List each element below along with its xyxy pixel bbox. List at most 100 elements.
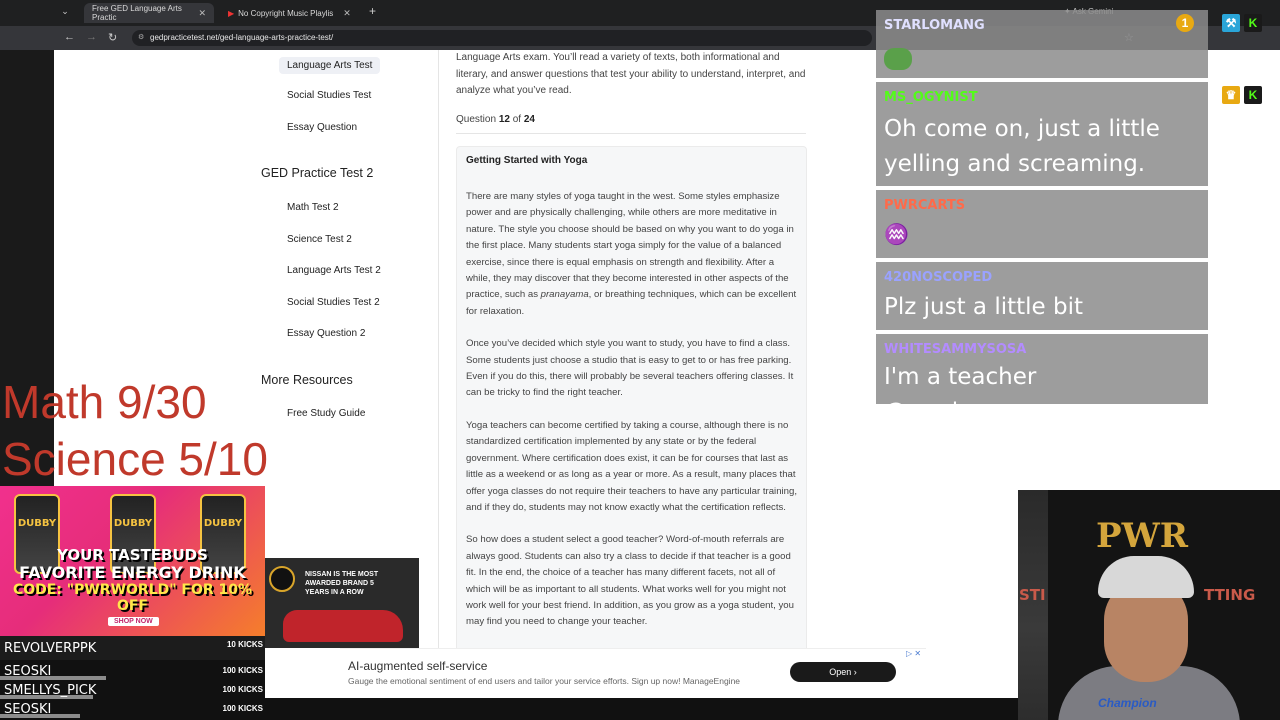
energy-drink-promo: DUBBY DUBBY DUBBY YOUR TASTEBUDS FAVORIT… bbox=[0, 486, 265, 636]
chat-message: WHITESAMMYSOSA I'm a teacher @madame_may bbox=[876, 334, 1208, 425]
question-number: 12 bbox=[498, 114, 510, 125]
can-label: DUBBY bbox=[17, 518, 57, 529]
sidebar-heading-resources: More Resources bbox=[261, 373, 353, 387]
can-label: DUBBY bbox=[113, 518, 153, 529]
question-prefix: Question bbox=[456, 114, 497, 125]
banner-text: TTING bbox=[1204, 586, 1256, 604]
science-score: Science 5/10 bbox=[2, 433, 268, 485]
leaderboard-name: SEOSKI bbox=[4, 664, 52, 679]
question-counter: Question 12 of 24 bbox=[456, 114, 535, 125]
chat-username: MS_OGYNIST bbox=[884, 90, 978, 105]
leaderboard-row: SEOSKI 100 KICKS bbox=[0, 662, 265, 682]
passage-paragraph-2: Once you’ve decided which style you want… bbox=[466, 338, 794, 399]
passage-paragraph-1: There are many styles of yoga taught in … bbox=[466, 189, 797, 320]
sidebar-heading-test2: GED Practice Test 2 bbox=[261, 166, 374, 180]
leaderboard-name: SMELLYS_PICK bbox=[4, 683, 97, 698]
url-field[interactable]: ⚙ gedpracticetest.net/ged-language-arts-… bbox=[132, 30, 872, 46]
intro-text: Language Arts exam. You’ll read a variet… bbox=[456, 52, 806, 96]
question-total: 24 bbox=[523, 114, 535, 125]
sidebar-item-social-studies-test[interactable]: Social Studies Test bbox=[287, 90, 371, 101]
kick-leaderboard: REVOLVERPPK 10 KICKS SEOSKI 100 KICKS SM… bbox=[0, 636, 265, 720]
notification-badge: 1 bbox=[1176, 14, 1194, 32]
nissan-ad: NISSAN IS THE MOST AWARDED BRAND 5 YEARS… bbox=[265, 558, 419, 648]
chat-message: PWRCARTS ♒ bbox=[876, 190, 1208, 258]
pepe-emote-icon bbox=[884, 48, 912, 70]
passage-title: Getting Started with Yoga bbox=[466, 155, 588, 166]
tab-search-icon[interactable]: ⌄ bbox=[58, 6, 72, 20]
tab-ged[interactable]: Free GED Language Arts Practic ✕ bbox=[84, 3, 214, 23]
close-icon[interactable]: ✕ bbox=[198, 8, 206, 19]
sidebar-item-free-study-guide[interactable]: Free Study Guide bbox=[287, 408, 365, 419]
question-of: of bbox=[512, 114, 522, 125]
leaderboard-row: SEOSKI 100 KICKS bbox=[0, 700, 265, 720]
close-icon[interactable]: ✕ bbox=[343, 8, 351, 19]
passage-paragraph-3: Yoga teachers can become certified by ta… bbox=[466, 419, 797, 513]
chat-username: WHITESAMMYSOSA bbox=[884, 342, 1027, 357]
back-icon[interactable]: ← bbox=[64, 31, 75, 43]
reload-icon[interactable]: ↻ bbox=[108, 31, 117, 44]
chat-message: 420NOSCOPED Plz just a little bit bbox=[876, 262, 1208, 330]
car-image bbox=[283, 610, 403, 642]
webcam-feed: PWR TTING STI Champion bbox=[1018, 490, 1280, 720]
ad-open-button[interactable]: Open › bbox=[790, 662, 896, 682]
leaderboard-row: REVOLVERPPK 10 KICKS bbox=[0, 636, 265, 660]
person-cap bbox=[1098, 556, 1194, 598]
banner-text: STI bbox=[1019, 586, 1046, 604]
tab-label: Free GED Language Arts Practic bbox=[92, 4, 182, 22]
ad-open-label: Open bbox=[829, 667, 852, 677]
chat-username: PWRCARTS bbox=[884, 198, 966, 213]
url-text: gedpracticetest.net/ged-language-arts-pr… bbox=[150, 33, 334, 42]
nissan-ad-text: NISSAN IS THE MOST AWARDED BRAND 5 YEARS… bbox=[305, 571, 379, 596]
tab-music[interactable]: ▶ No Copyright Music Playlis ✕ bbox=[228, 3, 360, 23]
can-label: DUBBY bbox=[203, 518, 243, 529]
math-score: Math 9/30 bbox=[2, 376, 207, 428]
ad-title[interactable]: AI-augmented self-service bbox=[348, 659, 487, 673]
sidebar-item-social-studies-test-2[interactable]: Social Studies Test 2 bbox=[287, 297, 380, 308]
sidebar-item-language-arts-test-2[interactable]: Language Arts Test 2 bbox=[287, 265, 381, 276]
ad-description: Gauge the emotional sentiment of end use… bbox=[348, 676, 741, 686]
leaderboard-name: SEOSKI bbox=[4, 702, 52, 717]
leaderboard-row: SMELLYS_PICK 100 KICKS bbox=[0, 681, 265, 701]
reading-passage: Getting Started with Yoga There are many… bbox=[456, 146, 807, 706]
sidebar-item-essay-question[interactable]: Essay Question bbox=[287, 122, 357, 133]
forward-icon[interactable]: → bbox=[86, 31, 97, 43]
sidebar-item-science-test-2[interactable]: Science Test 2 bbox=[287, 234, 352, 245]
award-badge-icon bbox=[269, 566, 295, 592]
wing-emote-icon: ♒ bbox=[884, 224, 909, 246]
new-tab-button[interactable]: + bbox=[369, 4, 376, 18]
sidebar-item-essay-question-2[interactable]: Essay Question 2 bbox=[287, 328, 365, 339]
tab-label: No Copyright Music Playlis bbox=[238, 8, 334, 18]
promo-code: CODE: "PWRWORLD" FOR 10% OFF bbox=[12, 582, 253, 614]
sidebar-item-language-arts-test[interactable]: Language Arts Test bbox=[279, 57, 381, 74]
youtube-icon: ▶ bbox=[228, 8, 235, 18]
chat-username: 420NOSCOPED bbox=[884, 270, 993, 285]
kick-badge-icon: K bbox=[1244, 86, 1262, 104]
site-info-icon[interactable]: ⚙ bbox=[138, 30, 144, 46]
pwr-logo: PWR bbox=[1096, 516, 1189, 556]
chat-username: STARLOMANG bbox=[884, 18, 985, 33]
leaderboard-kicks: 100 KICKS bbox=[222, 704, 263, 713]
sidebar-item-math-test-2[interactable]: Math Test 2 bbox=[287, 202, 339, 213]
chat-message: STARLOMANG bbox=[876, 10, 1208, 78]
shirt-logo: Champion bbox=[1098, 696, 1157, 710]
leaderboard-kicks: 10 KICKS bbox=[226, 640, 263, 649]
screen: ⌄ Free GED Language Arts Practic ✕ ▶ No … bbox=[0, 0, 1280, 720]
crown-badge-icon: ♛ bbox=[1222, 86, 1240, 104]
promo-line-2: FAVORITE ENERGY DRINK bbox=[19, 563, 246, 582]
divider bbox=[456, 133, 806, 134]
leaderboard-name: REVOLVERPPK bbox=[4, 641, 97, 656]
kick-badge-icon: K bbox=[1244, 14, 1262, 32]
ad-close-icon[interactable]: ▷ ✕ bbox=[906, 649, 921, 658]
leaderboard-kicks: 100 KICKS bbox=[222, 685, 263, 694]
chat-message: MS_OGYNIST Oh come on, just a little yel… bbox=[876, 82, 1262, 186]
paragraph-text: There are many styles of yoga taught in … bbox=[466, 191, 794, 301]
leaderboard-kicks: 100 KICKS bbox=[222, 666, 263, 675]
moderator-badge-icon: ⚒ bbox=[1222, 14, 1240, 32]
sidebar-divider bbox=[438, 50, 439, 720]
bottom-ad-banner[interactable]: AI-augmented self-service Gauge the emot… bbox=[340, 648, 926, 698]
chat-text: Plz just a little bit bbox=[884, 294, 1084, 320]
chat-text: I'm a teacher @madame_may bbox=[884, 364, 1071, 425]
passage-paragraph-4: So how does a student select a good teac… bbox=[466, 534, 794, 628]
promo-line-1: YOUR TASTEBUDS bbox=[57, 546, 208, 564]
shop-now-badge: SHOP NOW bbox=[108, 617, 159, 626]
